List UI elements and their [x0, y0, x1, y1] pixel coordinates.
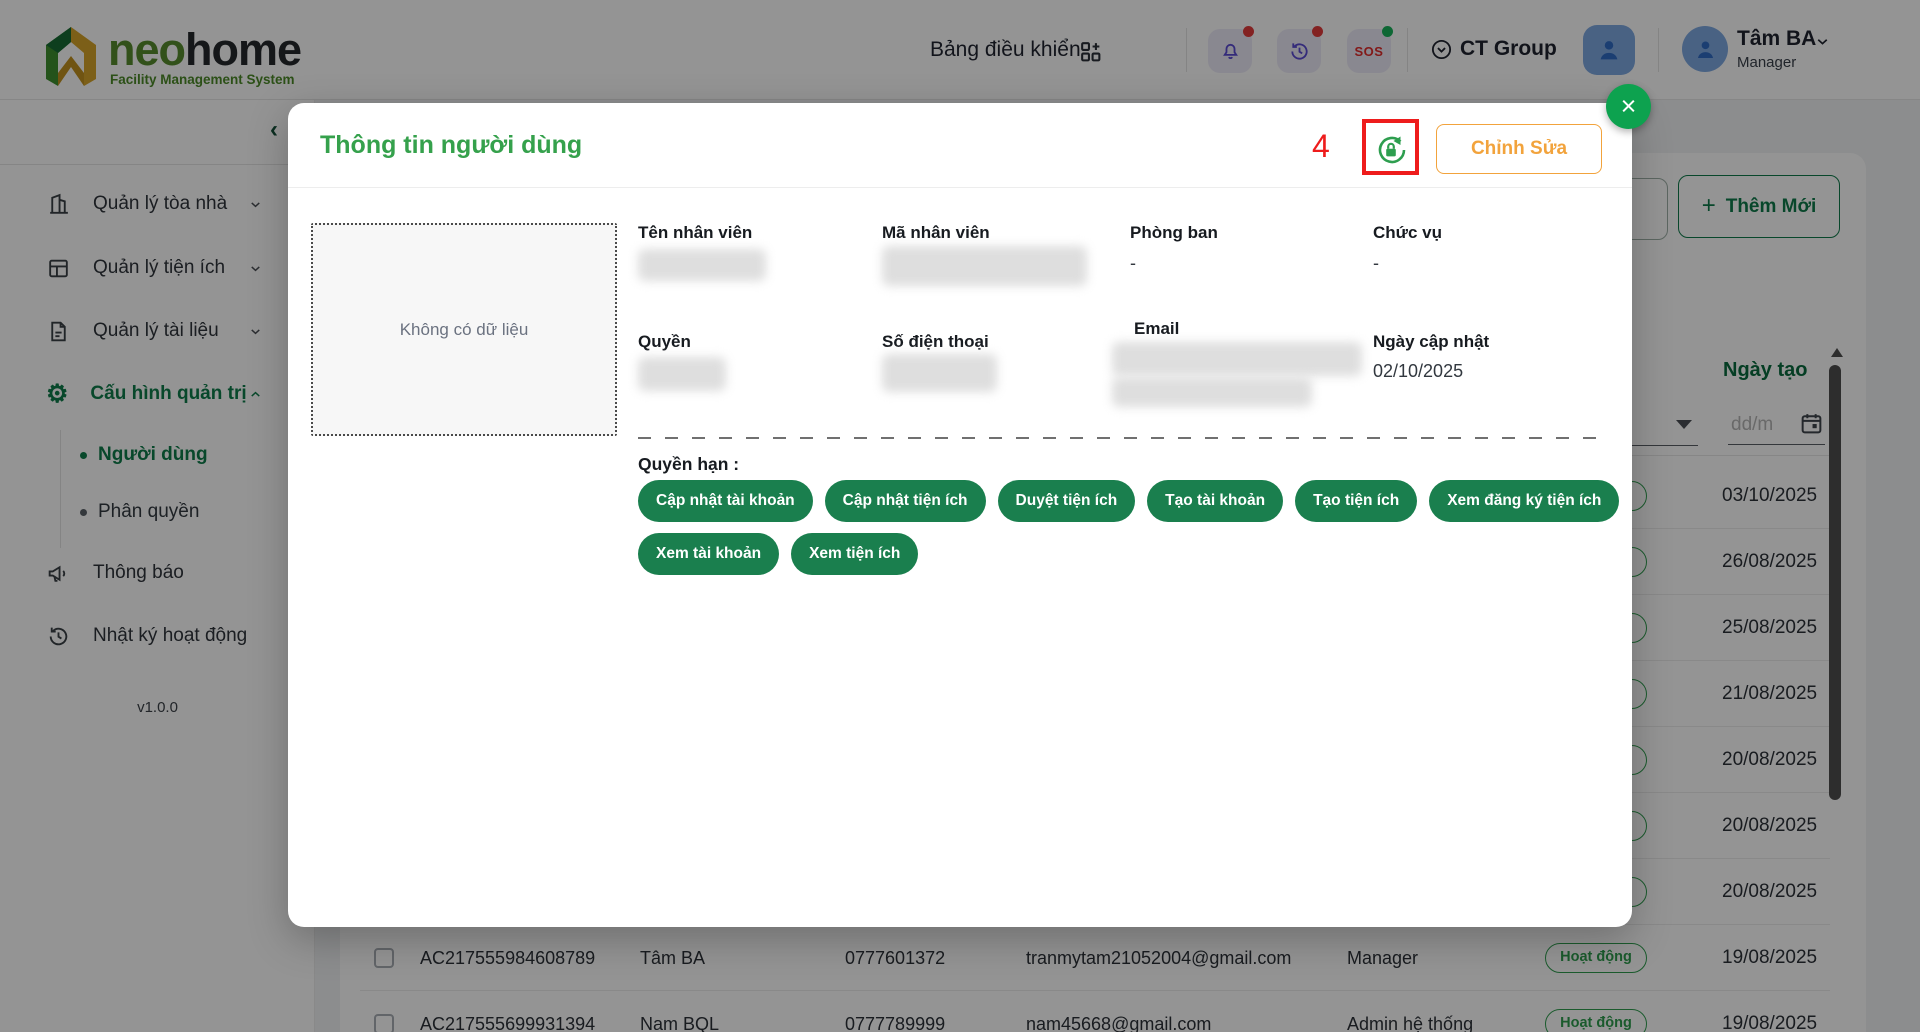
field-label-email: Email	[1134, 319, 1179, 339]
field-label-position: Chức vụ	[1373, 223, 1442, 243]
field-label-updated: Ngày cập nhật	[1373, 332, 1489, 352]
blurred-value	[1112, 342, 1362, 376]
permission-badge: Xem tài khoản	[638, 533, 779, 575]
field-label-phone: Số điện thoại	[882, 332, 989, 352]
blurred-value	[882, 246, 1087, 286]
permission-badge: Cập nhật tài khoản	[638, 480, 813, 522]
permissions-list: Cập nhật tài khoản Cập nhật tiện ích Duyệt…	[638, 480, 1643, 575]
permission-badge: Tạo tài khoản	[1147, 480, 1283, 522]
field-label-department: Phòng ban	[1130, 223, 1218, 243]
dashed-divider	[638, 437, 1606, 439]
permission-badge: Xem đăng ký tiện ích	[1429, 480, 1619, 522]
blurred-value	[1112, 377, 1312, 407]
edit-button[interactable]: Chỉnh Sửa	[1436, 124, 1602, 174]
user-info-modal: Thông tin người dùng Chỉnh Sửa Không có …	[288, 103, 1632, 927]
permission-badge: Duyệt tiện ích	[998, 480, 1136, 522]
blurred-value	[638, 249, 766, 281]
blurred-value	[638, 357, 726, 391]
annotation-highlight-box	[1362, 119, 1419, 175]
field-label-permission: Quyền	[638, 332, 691, 352]
permission-badge: Cập nhật tiện ích	[825, 480, 986, 522]
field-value-department: -	[1130, 253, 1136, 274]
photo-placeholder: Không có dữ liệu	[311, 223, 617, 436]
field-value-position: -	[1373, 253, 1379, 274]
field-value-updated: 02/10/2025	[1373, 361, 1463, 382]
close-icon: ×	[1621, 91, 1637, 121]
modal-title: Thông tin người dùng	[320, 103, 582, 187]
blurred-value	[882, 354, 997, 392]
modal-header-divider	[288, 187, 1632, 188]
annotation-step-number: 4	[1312, 128, 1330, 165]
no-data-label: Không có dữ liệu	[400, 320, 529, 340]
permissions-label: Quyền hạn :	[638, 454, 739, 475]
field-label-employee-code: Mã nhân viên	[882, 223, 990, 243]
permission-badge: Tạo tiện ích	[1295, 480, 1417, 522]
modal-close-button[interactable]: ×	[1606, 84, 1651, 129]
permission-badge: Xem tiện ích	[791, 533, 918, 575]
field-label-employee-name: Tên nhân viên	[638, 223, 752, 243]
